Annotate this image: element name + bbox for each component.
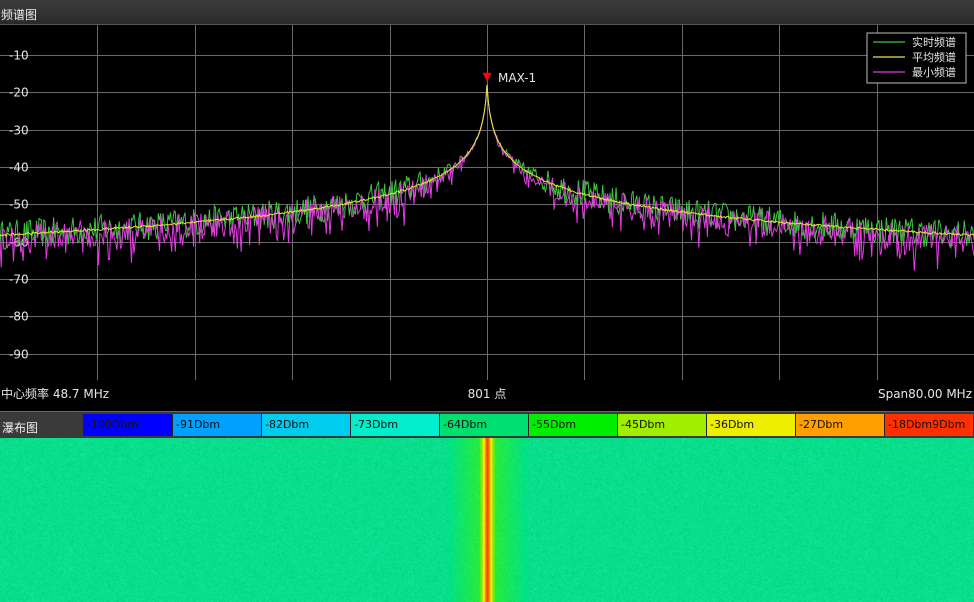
color-scale-segment: -82Dbm (261, 414, 350, 436)
span-label: Span80.00 MHz (878, 387, 972, 401)
color-scale-segment: -27Dbm (795, 414, 884, 436)
legend-label: 实时频谱 (912, 35, 956, 49)
color-scale-bar: -100Dbm -91Dbm -82Dbm -73Dbm -64Dbm -55Dbm -45… (83, 414, 973, 436)
color-scale-segment: -73Dbm (350, 414, 439, 436)
y-tick-label: -10 (9, 49, 29, 63)
color-scale-segment: -64Dbm (439, 414, 528, 436)
color-scale-segment: -36Dbm (706, 414, 795, 436)
spectrum-chart[interactable]: -10-20-30-40-50-60-70-80-90 MAX-1 实时频谱平均… (0, 25, 974, 407)
y-axis-ticks: -10-20-30-40-50-60-70-80-90 (9, 49, 29, 362)
y-tick-label: -30 (9, 124, 29, 138)
legend-label: 平均频谱 (912, 50, 956, 64)
peak-marker-icon[interactable] (482, 72, 492, 82)
spectrum-panel-title: 频谱图 (1, 8, 38, 22)
points-count-label: 801 点 (468, 387, 507, 401)
waterfall-header: 瀑布图 -100Dbm -91Dbm -82Dbm -73Dbm -64Dbm -55Db… (0, 411, 974, 438)
color-scale-segment: -91Dbm (172, 414, 261, 436)
legend-label: 最小频谱 (912, 65, 956, 79)
waterfall-title: 瀑布图 (2, 421, 39, 435)
y-tick-label: -70 (9, 273, 29, 287)
color-scale-segment: -45Dbm (617, 414, 706, 436)
peak-marker-label: MAX-1 (498, 71, 536, 85)
spectrum-panel-header: 频谱图 (0, 0, 974, 25)
y-tick-label: -40 (9, 161, 29, 175)
y-tick-label: -90 (9, 348, 29, 362)
y-tick-label: -50 (9, 198, 29, 212)
color-scale-segment: -55Dbm (528, 414, 617, 436)
chart-legend[interactable]: 实时频谱平均频谱最小频谱 (866, 32, 967, 84)
center-frequency-label: 中心频率 48.7 MHz (1, 386, 109, 401)
color-scale-segment: -100Dbm (83, 414, 172, 436)
y-tick-label: -80 (9, 310, 29, 324)
waterfall-display[interactable] (0, 438, 974, 602)
peak-marker[interactable]: MAX-1 (482, 71, 537, 85)
y-tick-label: -20 (9, 86, 29, 100)
color-scale-segment: -18Dbm9Dbm (884, 414, 973, 436)
